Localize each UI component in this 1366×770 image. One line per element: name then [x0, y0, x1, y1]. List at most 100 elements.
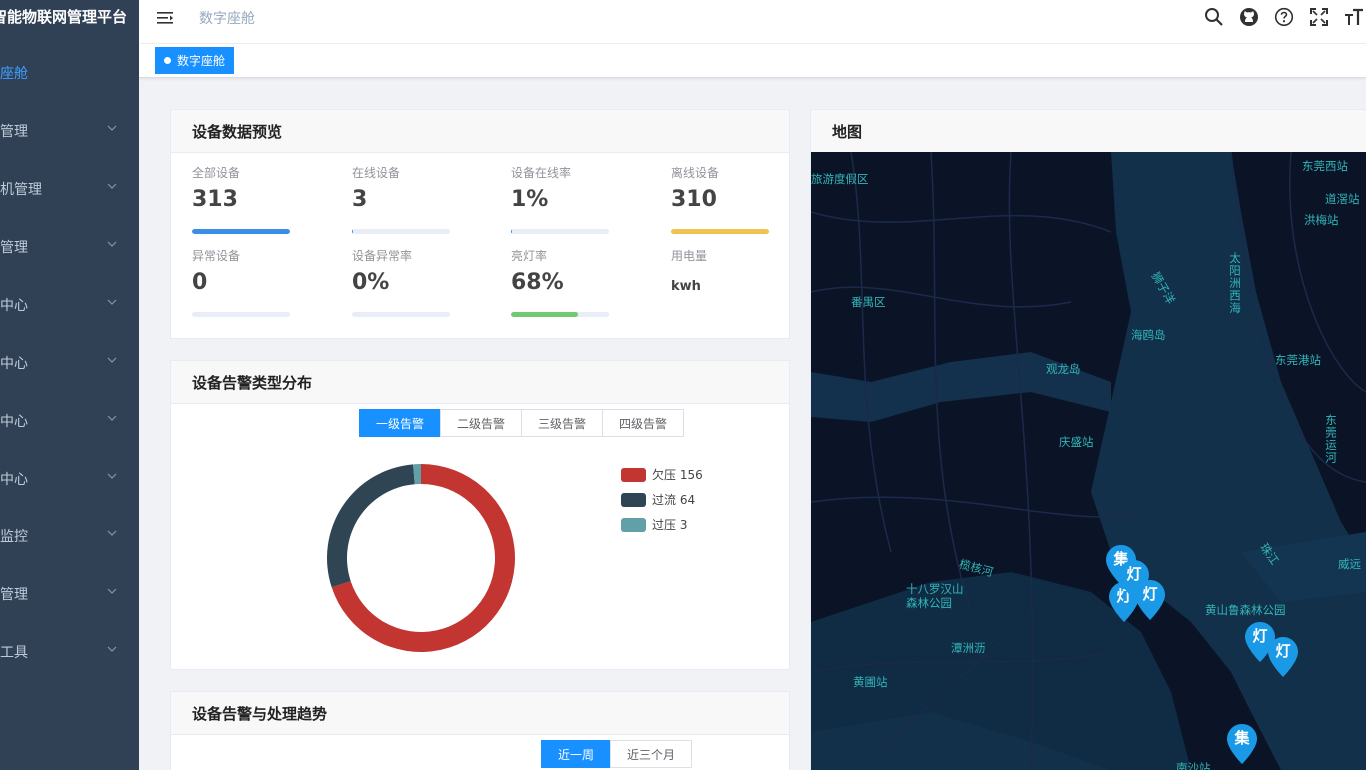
tab-level-4[interactable]: 四级告警	[602, 409, 684, 437]
font-size-icon[interactable]	[1344, 7, 1364, 27]
stat-label: 用电量	[671, 249, 708, 263]
sidebar-item-label: 统管理	[0, 587, 28, 603]
sidebar-item-alarm-management[interactable]: 警管理	[0, 227, 139, 267]
map-label: 太阳洲西海	[1228, 252, 1242, 315]
sidebar-item-label: 备管理	[0, 124, 28, 140]
tag-label: 数字座舱	[177, 54, 226, 68]
map-marker[interactable]: 集	[1227, 724, 1257, 764]
legend-label: 过压 3	[652, 518, 688, 532]
tab-last-three-months[interactable]: 近三个月	[610, 740, 692, 768]
progress-bar	[192, 229, 290, 234]
help-icon[interactable]	[1274, 7, 1294, 27]
github-icon[interactable]	[1239, 7, 1259, 27]
map-label: 黄圃站	[853, 675, 888, 689]
chevron-down-icon	[107, 415, 117, 421]
chevron-down-icon	[107, 357, 117, 363]
stat-online-rate: 设备在线率 1%	[511, 164, 621, 212]
tab-level-3[interactable]: 三级告警	[521, 409, 603, 437]
map-label: 东莞港站	[1275, 353, 1321, 367]
map-background	[811, 152, 1366, 770]
sidebar-item-strategy-center[interactable]: 略中心	[0, 285, 139, 325]
progress-bar	[671, 229, 769, 234]
sidebar-item-label: 计中心	[0, 414, 28, 430]
card-title: 设备告警与处理趋势	[171, 692, 789, 735]
stat-total-devices: 全部设备 313	[192, 164, 302, 212]
hamburger-icon[interactable]	[157, 9, 175, 27]
tag-digital-cockpit[interactable]: 数字座舱	[155, 47, 235, 74]
map-label: 海鸥岛	[1131, 328, 1166, 342]
marker-label: 集	[1234, 729, 1250, 747]
map-label: 潭洲沥	[951, 641, 986, 655]
map-label: 庆盛站	[1059, 435, 1094, 449]
sidebar-item-workorder-center[interactable]: 单中心	[0, 343, 139, 383]
legend-swatch	[621, 517, 646, 532]
sidebar-item-system-monitor[interactable]: 统监控	[0, 516, 139, 556]
sidebar: 智能物联网管理平台 字座舱 备管理 像机管理 警管理 略中心 单中心 计中心 置…	[0, 0, 139, 770]
fullscreen-icon[interactable]	[1309, 7, 1329, 27]
stat-power-usage: 用电量 kwh	[671, 247, 781, 294]
tab-level-2[interactable]: 二级告警	[440, 409, 522, 437]
sidebar-item-device-management[interactable]: 备管理	[0, 111, 139, 151]
chevron-down-icon	[107, 299, 117, 305]
stat-label: 亮灯率	[511, 249, 548, 263]
sidebar-item-label: 警管理	[0, 240, 28, 256]
stat-label: 异常设备	[192, 249, 241, 263]
alarm-type-card: 设备告警类型分布 一级告警 二级告警 三级告警 四级告警 欠压 156 过流 6…	[170, 360, 790, 670]
chevron-down-icon	[107, 588, 117, 594]
sidebar-item-statistics-center[interactable]: 计中心	[0, 401, 139, 441]
map-label: 东莞运河	[1324, 414, 1338, 464]
sidebar-item-label: 像机管理	[0, 182, 42, 198]
sidebar-item-config-center[interactable]: 置中心	[0, 459, 139, 499]
stat-label: 在线设备	[352, 166, 401, 180]
map-label: 东莞西站	[1302, 159, 1348, 173]
tab-level-1[interactable]: 一级告警	[359, 409, 441, 437]
sidebar-item-label: 统工具	[0, 645, 28, 661]
map-marker[interactable]: 灯	[1268, 637, 1298, 677]
alarm-donut-chart	[327, 464, 515, 652]
progress-fill	[352, 229, 353, 234]
progress-bar	[352, 312, 450, 317]
sidebar-item-label: 单中心	[0, 356, 28, 372]
card-title: 设备数据预览	[171, 110, 789, 153]
stat-abnormal-rate: 设备异常率 0%	[352, 247, 462, 295]
map-marker[interactable]: 灯	[1135, 580, 1165, 620]
legend-item[interactable]: 过流 64	[621, 491, 695, 508]
sidebar-item-label: 统监控	[0, 529, 28, 545]
stat-label: 设备异常率	[352, 249, 413, 263]
stat-value: kwh	[671, 279, 701, 294]
map-label: 道滘站	[1325, 192, 1360, 206]
tags-view: 数字座舱	[139, 44, 1366, 78]
map-view[interactable]: 旅游度假区 东莞西站 道滘站 洪梅站 番禺区 狮子洋 太阳洲西海 海鸥岛 观龙岛…	[811, 152, 1366, 770]
chevron-down-icon	[107, 183, 117, 189]
stat-value: 3	[352, 187, 368, 212]
chevron-down-icon	[107, 473, 117, 479]
map-label: 十八罗汉山森林公园	[906, 582, 964, 610]
progress-bar	[352, 229, 450, 234]
alarm-trend-card: 设备告警与处理趋势 近一周 近三个月	[170, 691, 790, 770]
legend-item[interactable]: 过压 3	[621, 516, 687, 533]
progress-fill	[192, 229, 290, 234]
sidebar-item-system-management[interactable]: 统管理	[0, 574, 139, 614]
chevron-down-icon	[107, 646, 117, 652]
progress-fill	[671, 229, 769, 234]
legend-item[interactable]: 欠压 156	[621, 466, 703, 483]
map-label: 威远	[1338, 557, 1361, 571]
sidebar-item-digital-cockpit[interactable]: 字座舱	[0, 53, 139, 93]
donut-slice-过流[interactable]	[327, 464, 415, 588]
sidebar-item-camera-management[interactable]: 像机管理	[0, 169, 139, 209]
alarm-level-tabs: 一级告警 二级告警 三级告警 四级告警	[359, 409, 684, 437]
stat-label: 离线设备	[671, 166, 720, 180]
stat-online-devices: 在线设备 3	[352, 164, 462, 212]
tab-last-week[interactable]: 近一周	[541, 740, 611, 768]
progress-bar	[511, 229, 609, 234]
stat-light-rate: 亮灯率 68%	[511, 247, 621, 295]
legend-swatch	[621, 467, 646, 482]
sidebar-item-label: 字座舱	[0, 66, 28, 82]
search-icon[interactable]	[1204, 7, 1224, 27]
stat-value: 310	[671, 187, 717, 212]
sidebar-item-label: 置中心	[0, 472, 28, 488]
legend-label: 过流 64	[652, 493, 696, 507]
sidebar-item-system-tools[interactable]: 统工具	[0, 632, 139, 672]
stat-value: 0%	[352, 270, 390, 295]
stat-value: 313	[192, 187, 238, 212]
